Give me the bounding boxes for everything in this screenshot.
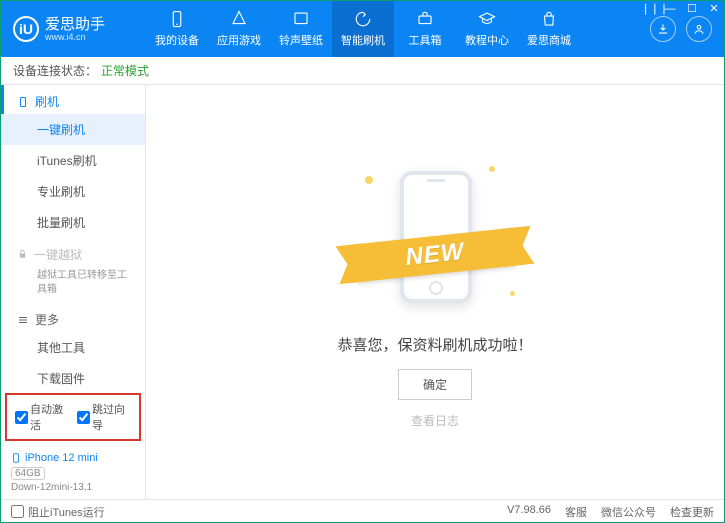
nav-ringtones[interactable]: 铃声壁纸	[270, 1, 332, 57]
download-button[interactable]	[650, 16, 676, 42]
sidebar-item-batch-flash[interactable]: 批量刷机	[1, 207, 145, 238]
wechat-link[interactable]: 微信公众号	[601, 504, 656, 520]
store-icon	[540, 10, 558, 28]
nav-toolbox[interactable]: 工具箱	[394, 1, 456, 57]
sidebar-section-jailbreak: 一键越狱	[1, 238, 145, 267]
logo-icon: iU	[13, 16, 39, 42]
sidebar-item-other-tools[interactable]: 其他工具	[1, 332, 145, 363]
sidebar-item-onekey-flash[interactable]: 一键刷机	[1, 114, 145, 145]
success-illustration: NEW	[335, 156, 535, 316]
flash-section-icon	[17, 96, 29, 108]
app-name: 爱思助手	[45, 17, 105, 32]
view-log-link[interactable]: 查看日志	[411, 412, 459, 429]
status-bar: 设备连接状态： 正常模式	[1, 57, 724, 85]
version-label: V7.98.66	[507, 504, 551, 520]
maximize-button[interactable]: ☐	[685, 2, 699, 15]
customer-service-link[interactable]: 客服	[565, 504, 587, 520]
status-label: 设备连接状态：	[13, 62, 97, 79]
auto-activate-checkbox[interactable]: 自动激活	[15, 401, 69, 433]
user-button[interactable]	[686, 16, 712, 42]
device-firmware: Down-12mini-13,1	[11, 482, 135, 493]
download-icon	[656, 22, 670, 36]
user-icon	[692, 22, 706, 36]
device-storage: 64GB	[11, 467, 45, 480]
window-controls: ❘❘❘ — ☐ ✕	[641, 2, 721, 15]
sidebar-item-pro-flash[interactable]: 专业刷机	[1, 176, 145, 207]
status-value: 正常模式	[101, 62, 149, 79]
nav-my-device[interactable]: 我的设备	[146, 1, 208, 57]
ribbon-text: NEW	[404, 237, 466, 271]
minimize-button[interactable]: —	[663, 3, 677, 15]
header: iU 爱思助手 www.i4.cn 我的设备 应用游戏 铃声壁纸 智能刷机 工具…	[1, 1, 724, 57]
close-button[interactable]: ✕	[707, 2, 721, 15]
header-right	[650, 16, 724, 42]
sidebar-item-download-fw[interactable]: 下载固件	[1, 363, 145, 389]
logo-area: iU 爱思助手 www.i4.cn	[1, 16, 146, 42]
footer: 阻止iTunes运行 V7.98.66 客服 微信公众号 检查更新	[1, 499, 724, 523]
menu-icon[interactable]: ❘❘❘	[641, 2, 655, 15]
sidebar-section-more[interactable]: 更多	[1, 303, 145, 332]
lock-icon	[17, 249, 28, 260]
wallpaper-icon	[292, 10, 310, 28]
device-name: iPhone 12 mini	[25, 452, 98, 464]
apps-icon	[230, 10, 248, 28]
ok-button[interactable]: 确定	[398, 369, 472, 400]
nav-flash[interactable]: 智能刷机	[332, 1, 394, 57]
top-nav: 我的设备 应用游戏 铃声壁纸 智能刷机 工具箱 教程中心 爱思商城	[146, 1, 650, 57]
connected-device[interactable]: iPhone 12 mini 64GB Down-12mini-13,1	[1, 445, 145, 499]
sidebar-item-itunes-flash[interactable]: iTunes刷机	[1, 145, 145, 176]
nav-apps[interactable]: 应用游戏	[208, 1, 270, 57]
nav-store[interactable]: 爱思商城	[518, 1, 580, 57]
phone-icon	[11, 451, 21, 465]
options-checkboxes: 自动激活 跳过向导	[5, 393, 141, 441]
app-domain: www.i4.cn	[45, 32, 105, 42]
more-section-icon	[17, 314, 29, 326]
tutorial-icon	[478, 10, 496, 28]
sidebar-section-flash[interactable]: 刷机	[1, 85, 145, 114]
success-message: 恭喜您，保资料刷机成功啦！	[337, 334, 532, 355]
main-content: NEW 恭喜您，保资料刷机成功啦！ 确定 查看日志	[146, 85, 724, 499]
jailbreak-note: 越狱工具已转移至工具箱	[1, 267, 145, 303]
nav-tutorials[interactable]: 教程中心	[456, 1, 518, 57]
flash-icon	[354, 10, 372, 28]
check-update-link[interactable]: 检查更新	[670, 504, 714, 520]
sidebar: 刷机 一键刷机 iTunes刷机 专业刷机 批量刷机 一键越狱 越狱工具已转移至…	[1, 85, 146, 499]
stop-itunes-checkbox[interactable]: 阻止iTunes运行	[11, 504, 105, 520]
device-icon	[168, 10, 186, 28]
toolbox-icon	[416, 10, 434, 28]
skip-guide-checkbox[interactable]: 跳过向导	[77, 401, 131, 433]
